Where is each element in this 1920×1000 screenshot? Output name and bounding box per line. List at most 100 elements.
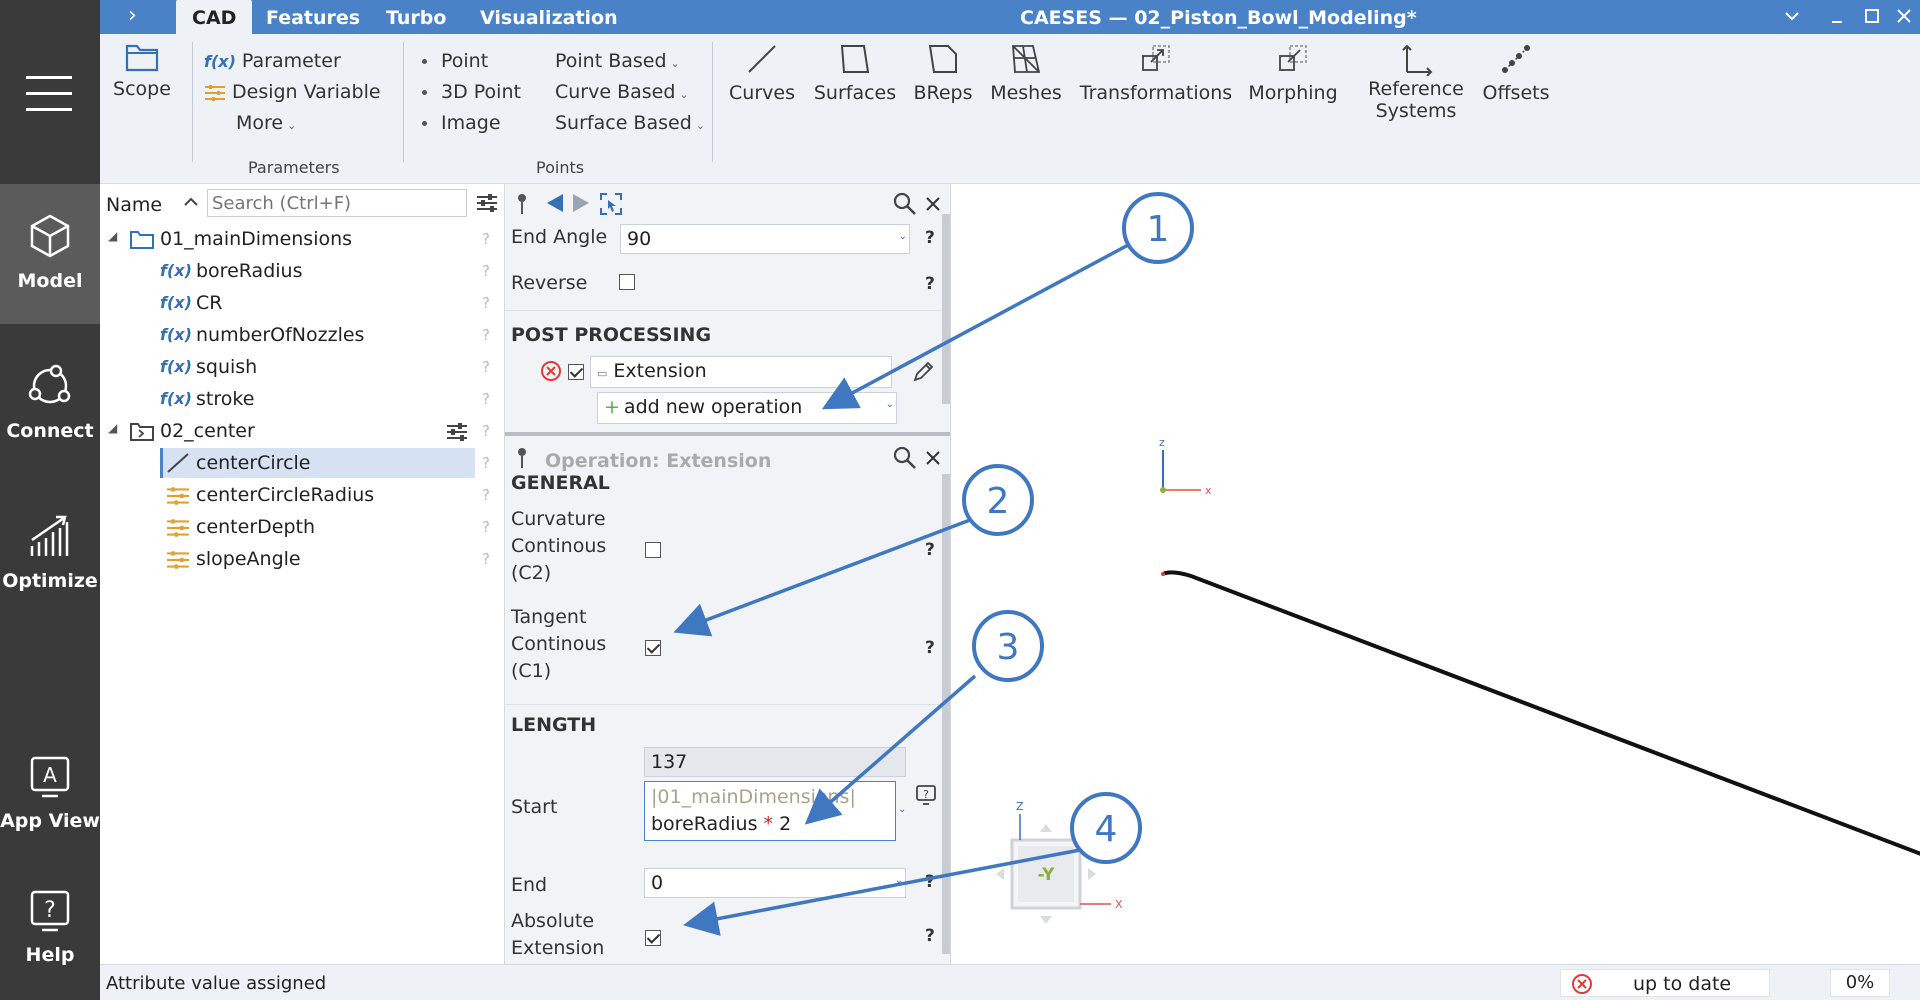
question-icon[interactable]: ?: [925, 274, 935, 294]
question-icon[interactable]: ?: [925, 872, 935, 892]
rail-item-app-view[interactable]: A App View: [0, 724, 100, 864]
transformations-button[interactable]: Transformations: [1076, 42, 1236, 104]
question-icon[interactable]: ?: [482, 358, 490, 376]
more-dropdown[interactable]: More ⌄: [236, 112, 296, 134]
3d-viewport[interactable]: z x -Y Z X: [950, 184, 1920, 964]
back-arrow-icon[interactable]: [545, 192, 565, 214]
rail-item-model[interactable]: Model: [0, 184, 100, 324]
tree-item-centerdepth[interactable]: centerDepth ?: [100, 512, 505, 542]
morphing-button[interactable]: Morphing: [1238, 42, 1348, 104]
rail-item-connect[interactable]: Connect: [0, 334, 100, 474]
scrollbar[interactable]: [942, 214, 950, 404]
tree-item-centercircle[interactable]: centerCircle ?: [100, 448, 505, 478]
scrollbar[interactable]: [942, 474, 950, 954]
point-based-dropdown[interactable]: Point Based ⌄: [555, 50, 680, 72]
expand-chevron-icon[interactable]: ›: [128, 3, 137, 28]
extension-enabled-checkbox[interactable]: [568, 364, 584, 380]
tab-features[interactable]: Features: [250, 0, 376, 34]
tree-search-input[interactable]: [207, 189, 467, 217]
point-button[interactable]: Point: [422, 50, 488, 72]
search-icon[interactable]: [893, 446, 917, 470]
settings-sliders-icon[interactable]: [446, 422, 468, 442]
question-icon[interactable]: ?: [925, 228, 935, 248]
tab-turbo[interactable]: Turbo: [370, 0, 462, 34]
hamburger-menu-icon[interactable]: [26, 76, 72, 111]
reference-systems-button[interactable]: Reference Systems: [1366, 42, 1466, 122]
rail-item-optimize[interactable]: Optimize: [0, 484, 100, 624]
collapse-triangle-icon[interactable]: ◢: [108, 229, 117, 243]
curvature-continuous-checkbox[interactable]: [645, 542, 661, 558]
reverse-checkbox[interactable]: [619, 274, 635, 290]
breps-button[interactable]: BReps: [908, 42, 978, 104]
surface-based-dropdown[interactable]: Surface Based ⌄: [555, 112, 705, 134]
tree-item-02-center[interactable]: ◢ 02_center ?: [100, 416, 505, 446]
end-input[interactable]: 0 ⌄: [644, 868, 906, 898]
chevron-down-icon[interactable]: [1784, 10, 1800, 22]
forward-arrow-icon[interactable]: [571, 192, 591, 214]
minimize-icon[interactable]: [1830, 10, 1844, 24]
meshes-button[interactable]: Meshes: [986, 42, 1066, 104]
tree-item-slopeangle[interactable]: slopeAngle ?: [100, 544, 505, 574]
chevron-down-icon: ⌄: [679, 88, 689, 101]
parameter-button[interactable]: f(x) Parameter: [204, 50, 341, 72]
close-icon[interactable]: [925, 450, 941, 466]
absolute-extension-checkbox[interactable]: [645, 930, 661, 946]
image-button[interactable]: Image: [422, 112, 501, 134]
remove-error-icon[interactable]: [540, 360, 562, 382]
question-icon[interactable]: ?: [925, 926, 935, 946]
question-icon[interactable]: ?: [925, 540, 935, 560]
update-status[interactable]: up to date: [1560, 969, 1770, 997]
tab-cad[interactable]: CAD: [176, 0, 253, 34]
tree-item-stroke[interactable]: f(x) stroke ?: [100, 384, 505, 414]
end-angle-input[interactable]: 90 ⌄: [620, 224, 910, 254]
start-expression-input[interactable]: |01_mainDimensions| boreRadius * 2: [644, 781, 896, 841]
surfaces-button[interactable]: Surfaces: [810, 42, 900, 104]
design-variable-button[interactable]: Design Variable: [204, 81, 381, 103]
maximize-icon[interactable]: [1864, 8, 1880, 24]
add-new-operation-field[interactable]: + add new operation ⌄: [597, 392, 897, 424]
tree-item-squish[interactable]: f(x) squish ?: [100, 352, 505, 382]
tangent-continuous-checkbox[interactable]: [645, 640, 661, 656]
close-icon[interactable]: [925, 196, 941, 212]
view-cube[interactable]: -Y Z X: [996, 800, 1123, 924]
tree-item-boreradius[interactable]: f(x) boreRadius ?: [100, 256, 505, 286]
scope-button[interactable]: Scope: [112, 42, 172, 100]
question-icon[interactable]: ?: [482, 326, 490, 344]
tree-item-centercircleradius[interactable]: centerCircleRadius ?: [100, 480, 505, 510]
tree-item-numberofnozzles[interactable]: f(x) numberOfNozzles ?: [100, 320, 505, 350]
question-icon[interactable]: ?: [482, 518, 490, 536]
tree-item-01-maindimensions[interactable]: ◢ 01_mainDimensions ?: [100, 224, 505, 254]
curve-based-dropdown[interactable]: Curve Based ⌄: [555, 81, 689, 103]
curves-button[interactable]: Curves: [722, 42, 802, 104]
splitter[interactable]: [505, 432, 950, 436]
chevron-down-icon[interactable]: ⌄: [898, 804, 906, 815]
collapse-triangle-icon[interactable]: ◢: [108, 421, 117, 435]
pin-icon[interactable]: [515, 192, 529, 216]
tree-item-cr[interactable]: f(x) CR ?: [100, 288, 505, 318]
3d-point-button[interactable]: 3D Point: [422, 81, 521, 103]
filter-settings-icon[interactable]: [476, 193, 498, 213]
close-icon[interactable]: [1896, 8, 1912, 24]
question-icon[interactable]: ?: [482, 294, 490, 312]
question-icon[interactable]: ?: [482, 262, 490, 280]
offsets-button[interactable]: Offsets: [1476, 42, 1556, 104]
search-icon[interactable]: [893, 192, 917, 216]
rail-item-help[interactable]: ? Help: [0, 858, 100, 998]
pin-icon[interactable]: [515, 446, 529, 470]
app-view-icon: A: [30, 756, 70, 798]
question-icon[interactable]: ?: [482, 550, 490, 568]
question-icon[interactable]: ?: [482, 390, 490, 408]
pencil-icon[interactable]: [911, 360, 935, 384]
question-icon[interactable]: ?: [482, 422, 490, 440]
question-icon[interactable]: ?: [482, 230, 490, 248]
extension-operation-field[interactable]: ▭ Extension: [590, 356, 892, 388]
chevron-up-icon[interactable]: [183, 196, 199, 208]
help-expression-icon[interactable]: ?: [915, 784, 937, 806]
question-icon[interactable]: ?: [482, 486, 490, 504]
tab-visualization[interactable]: Visualization: [464, 0, 634, 34]
question-icon[interactable]: ?: [482, 454, 490, 472]
center-circle-curve[interactable]: [1162, 570, 1920, 856]
select-in-tree-icon[interactable]: [599, 192, 623, 216]
name-column-header[interactable]: Name: [106, 194, 162, 216]
question-icon[interactable]: ?: [925, 638, 935, 658]
